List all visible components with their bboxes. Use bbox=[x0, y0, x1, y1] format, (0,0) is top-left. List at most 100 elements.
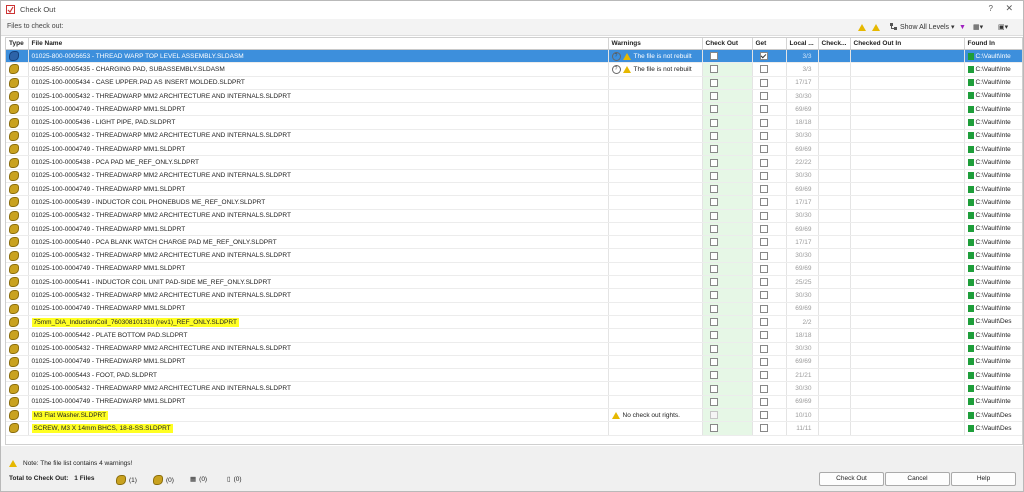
file-name-cell[interactable]: 01025-100-0005432 - THREADWARP MM2 ARCHI… bbox=[28, 381, 609, 396]
check-out-checkbox[interactable] bbox=[709, 278, 718, 287]
check-out-checkbox[interactable] bbox=[709, 251, 718, 260]
check-out-checkbox[interactable] bbox=[709, 158, 718, 167]
get-checkbox[interactable] bbox=[759, 78, 768, 87]
check-out-checkbox[interactable] bbox=[709, 225, 718, 233]
warning-filter-2-icon[interactable] bbox=[872, 22, 883, 32]
get-checkbox[interactable] bbox=[759, 318, 768, 327]
get-checkbox[interactable] bbox=[759, 158, 768, 167]
file-name-cell[interactable]: 01025-100-0004749 - THREADWARP MM1.SLDPR… bbox=[28, 182, 609, 197]
file-name-cell[interactable]: 01025-800-0005653 - THREAD WARP TOP LEVE… bbox=[28, 49, 609, 64]
file-name-cell[interactable]: 01025-100-0005432 - THREADWARP MM2 ARCHI… bbox=[28, 248, 609, 263]
table-row[interactable]: SCREW, M3 X 14mm BHCS, 18-8-SS.SLDPRT 11/… bbox=[6, 421, 1022, 436]
file-name-cell[interactable]: 01025-100-0005436 - LIGHT PIPE, PAD.SLDP… bbox=[28, 115, 609, 130]
get-checkbox[interactable] bbox=[759, 131, 768, 140]
file-name-cell[interactable]: 01025-100-0004749 - THREADWARP MM1.SLDPR… bbox=[28, 355, 609, 370]
file-name-cell[interactable]: 01025-100-0005432 - THREADWARP MM2 ARCHI… bbox=[28, 342, 609, 356]
file-name-cell[interactable]: 01025-100-0005432 - THREADWARP MM2 ARCHI… bbox=[28, 89, 609, 104]
table-row[interactable]: 01025-100-0005432 - THREADWARP MM2 ARCHI… bbox=[6, 288, 1022, 303]
get-checkbox[interactable] bbox=[759, 118, 768, 127]
check-out-button[interactable]: Check Out bbox=[819, 472, 884, 486]
check-out-checkbox[interactable] bbox=[709, 118, 718, 127]
table-row[interactable]: 01025-100-0005432 - THREADWARP MM2 ARCHI… bbox=[6, 169, 1022, 183]
check-out-checkbox[interactable] bbox=[709, 65, 718, 74]
file-name-cell[interactable]: 01025-100-0005438 - PCA PAD ME_REF_ONLY.… bbox=[28, 155, 609, 170]
table-row[interactable]: 01025-100-0005432 - THREADWARP MM2 ARCHI… bbox=[6, 342, 1022, 356]
table-row[interactable]: 01025-100-0005438 - PCA PAD ME_REF_ONLY.… bbox=[6, 155, 1022, 170]
check-out-checkbox[interactable] bbox=[709, 304, 718, 313]
get-checkbox[interactable] bbox=[759, 371, 768, 380]
columns-menu-icon[interactable]: ▦▾ bbox=[973, 22, 983, 32]
check-out-checkbox[interactable] bbox=[709, 131, 718, 140]
filter-icon[interactable]: ▼ bbox=[959, 22, 966, 32]
col-found-in[interactable]: Found In bbox=[964, 38, 1022, 50]
get-checkbox[interactable] bbox=[759, 278, 768, 287]
get-checkbox[interactable] bbox=[759, 105, 768, 114]
table-row[interactable]: 75mm_DIA_InductionCoil_760308101310 (rev… bbox=[6, 315, 1022, 330]
cancel-button[interactable]: Cancel bbox=[885, 472, 950, 486]
get-checkbox[interactable] bbox=[759, 251, 768, 260]
get-checkbox[interactable] bbox=[759, 291, 768, 300]
file-name-cell[interactable]: 01025-100-0005432 - THREADWARP MM2 ARCHI… bbox=[28, 209, 609, 223]
help-icon[interactable]: ? bbox=[989, 4, 993, 13]
table-row[interactable]: 01025-100-0005432 - THREADWARP MM2 ARCHI… bbox=[6, 209, 1022, 223]
check-out-checkbox[interactable] bbox=[709, 331, 718, 340]
table-row[interactable]: 01025-100-0004749 - THREADWARP MM1.SLDPR… bbox=[6, 102, 1022, 117]
get-checkbox[interactable] bbox=[759, 344, 768, 353]
get-checkbox[interactable] bbox=[759, 424, 768, 433]
check-out-checkbox[interactable] bbox=[709, 371, 718, 380]
help-button[interactable]: Help bbox=[951, 472, 1016, 486]
check-out-checkbox[interactable] bbox=[709, 357, 718, 366]
get-checkbox[interactable] bbox=[759, 92, 768, 101]
get-checkbox[interactable] bbox=[759, 238, 768, 247]
get-checkbox[interactable] bbox=[759, 198, 768, 207]
check-out-checkbox[interactable] bbox=[709, 344, 718, 353]
check-out-checkbox[interactable] bbox=[709, 318, 718, 327]
check-out-checkbox[interactable] bbox=[709, 92, 718, 101]
file-name-cell[interactable]: 01025-100-0005441 - INDUCTOR COIL UNIT P… bbox=[28, 275, 609, 290]
check-out-checkbox[interactable] bbox=[709, 198, 718, 207]
file-name-cell[interactable]: 01025-850-0005435 - CHARGING PAD, SUBASS… bbox=[28, 62, 609, 77]
table-row[interactable]: 01025-100-0005442 - PLATE BOTTOM PAD.SLD… bbox=[6, 328, 1022, 343]
check-out-checkbox[interactable] bbox=[709, 411, 718, 420]
get-checkbox[interactable] bbox=[759, 171, 768, 180]
file-name-cell[interactable]: 01025-100-0005439 - INDUCTOR COIL PHONEB… bbox=[28, 195, 609, 210]
check-out-checkbox[interactable] bbox=[709, 384, 718, 393]
table-row[interactable]: 01025-100-0004749 - THREADWARP MM1.SLDPR… bbox=[6, 262, 1022, 277]
close-icon[interactable]: ✕ bbox=[1005, 3, 1013, 14]
table-row[interactable]: 01025-100-0005432 - THREADWARP MM2 ARCHI… bbox=[6, 129, 1022, 144]
check-out-checkbox[interactable] bbox=[709, 171, 718, 180]
table-row[interactable]: 01025-100-0004749 - THREADWARP MM1.SLDPR… bbox=[6, 355, 1022, 370]
get-checkbox[interactable] bbox=[759, 384, 768, 393]
table-row[interactable]: 01025-100-0005440 - PCA BLANK WATCH CHAR… bbox=[6, 235, 1022, 250]
get-checkbox[interactable] bbox=[759, 411, 768, 420]
col-type[interactable]: Type bbox=[6, 38, 29, 50]
table-row[interactable]: 01025-100-0005432 - THREADWARP MM2 ARCHI… bbox=[6, 89, 1022, 104]
check-out-checkbox[interactable] bbox=[709, 105, 718, 114]
check-out-checkbox[interactable] bbox=[709, 397, 718, 406]
check-out-checkbox[interactable] bbox=[709, 78, 718, 87]
get-checkbox[interactable] bbox=[759, 145, 768, 154]
file-name-cell[interactable]: 01025-100-0004749 - THREADWARP MM1.SLDPR… bbox=[28, 262, 609, 277]
file-name-cell[interactable]: 01025-100-0004749 - THREADWARP MM1.SLDPR… bbox=[28, 102, 609, 117]
file-name-cell[interactable]: 75mm_DIA_InductionCoil_760308101310 (rev… bbox=[28, 315, 609, 330]
col-check-out[interactable]: Check Out bbox=[702, 38, 753, 50]
table-row[interactable]: 01025-100-0005432 - THREADWARP MM2 ARCHI… bbox=[6, 381, 1022, 396]
table-row[interactable]: 01025-100-0005439 - INDUCTOR COIL PHONEB… bbox=[6, 195, 1022, 210]
col-get[interactable]: Get bbox=[752, 38, 787, 50]
table-row[interactable]: 01025-100-0004749 - THREADWARP MM1.SLDPR… bbox=[6, 182, 1022, 197]
table-row[interactable]: 01025-100-0005432 - THREADWARP MM2 ARCHI… bbox=[6, 248, 1022, 263]
get-checkbox[interactable] bbox=[759, 225, 768, 233]
check-out-checkbox[interactable] bbox=[709, 145, 718, 154]
get-checkbox[interactable] bbox=[759, 304, 768, 313]
table-row[interactable]: 01025-100-0004749 - THREADWARP MM1.SLDPR… bbox=[6, 142, 1022, 157]
get-checkbox[interactable] bbox=[759, 211, 768, 220]
col-checked[interactable]: Check... bbox=[818, 38, 851, 50]
table-row[interactable]: 01025-100-0005443 - FOOT, PAD.SLDPRT 21/2… bbox=[6, 368, 1022, 383]
get-checkbox[interactable] bbox=[759, 331, 768, 340]
table-row[interactable]: 01025-100-0005441 - INDUCTOR COIL UNIT P… bbox=[6, 275, 1022, 290]
table-row[interactable]: 01025-100-0005434 - CASE UPPER.PAD AS IN… bbox=[6, 76, 1022, 90]
warning-filter-icon[interactable] bbox=[858, 22, 869, 32]
check-out-checkbox[interactable] bbox=[709, 264, 718, 273]
table-row[interactable]: 01025-850-0005435 - CHARGING PAD, SUBASS… bbox=[6, 62, 1022, 77]
file-name-cell[interactable]: 01025-100-0004749 - THREADWARP MM1.SLDPR… bbox=[28, 302, 609, 316]
